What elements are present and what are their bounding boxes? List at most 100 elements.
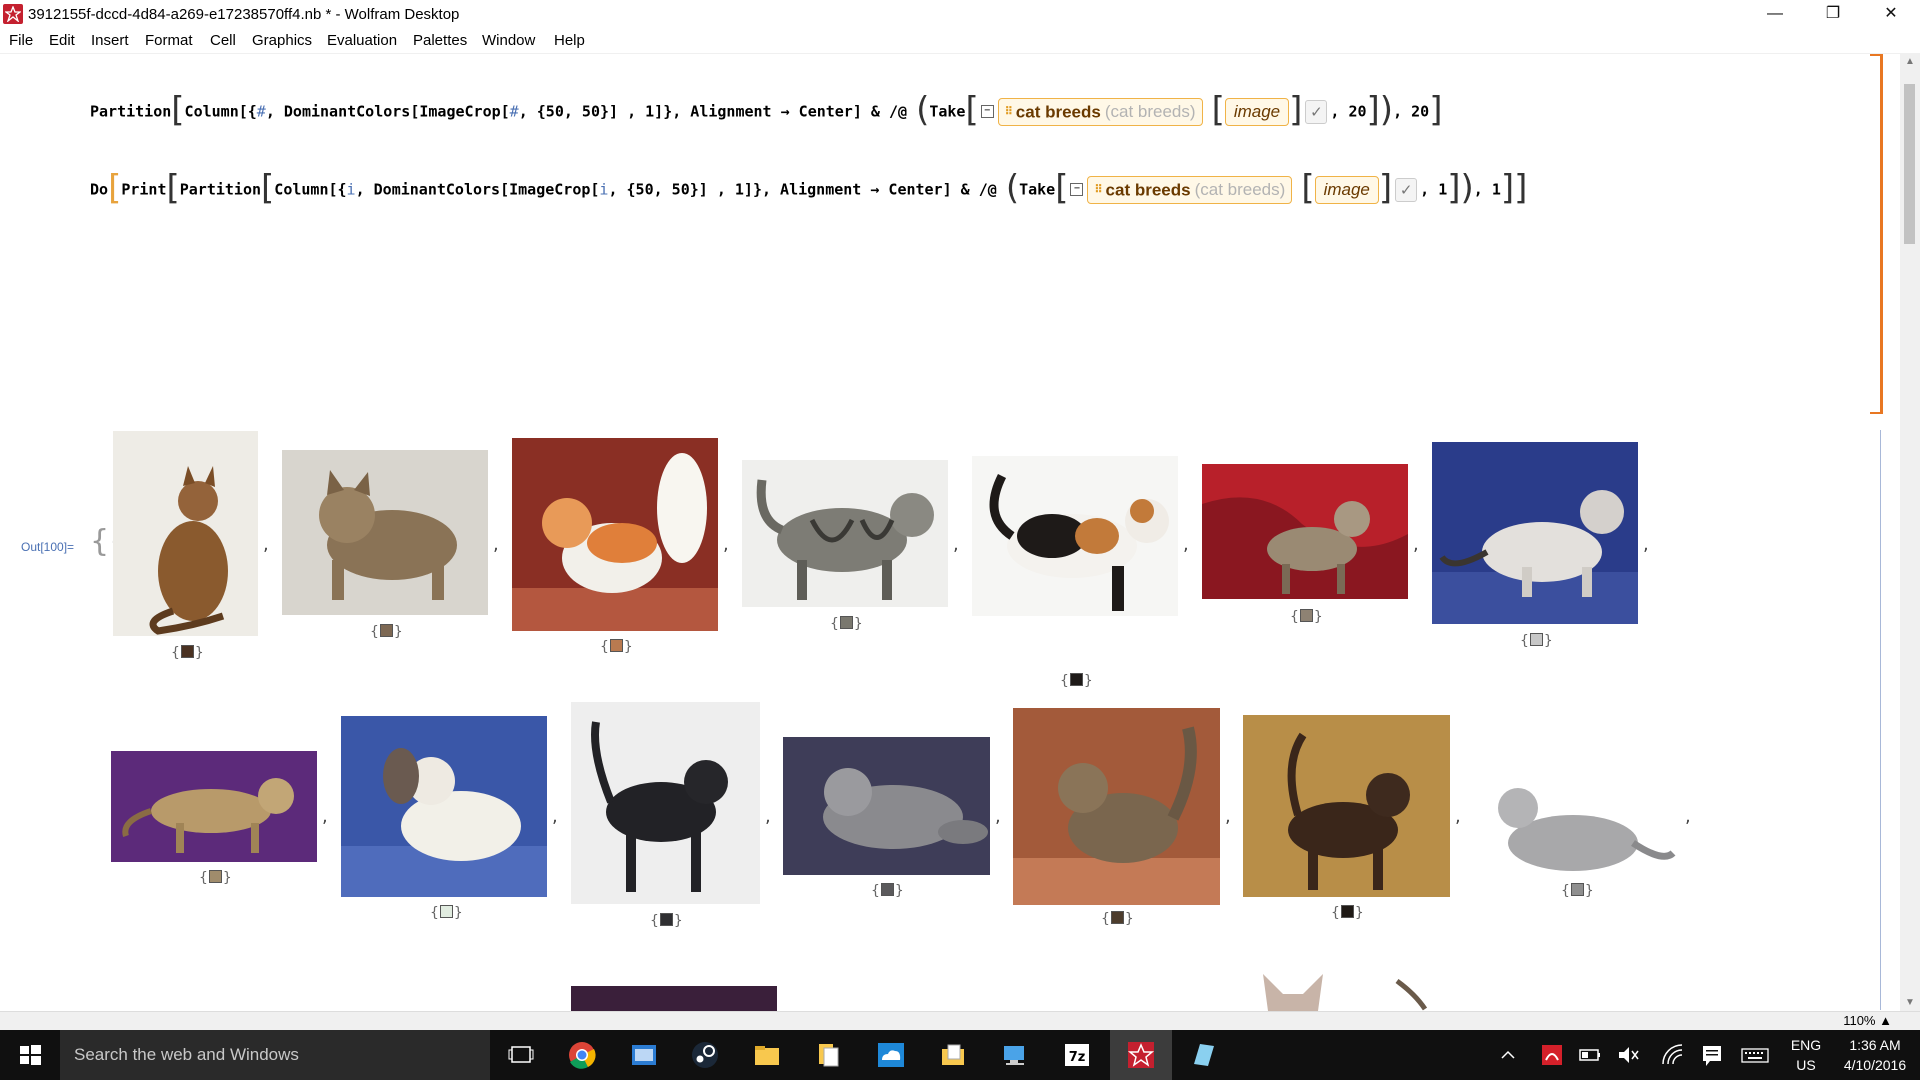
brace-open: { [171, 645, 180, 661]
menu-palettes[interactable]: Palettes [413, 32, 467, 49]
taskbar-search-input[interactable]: Search the web and Windows [60, 1030, 490, 1080]
variable-i: i [346, 180, 356, 199]
menu-insert[interactable]: Insert [91, 32, 129, 49]
menu-cell[interactable]: Cell [210, 32, 236, 49]
touch-keyboard-icon[interactable] [1740, 1040, 1770, 1070]
steam-icon[interactable] [690, 1040, 720, 1070]
slot-symbol: # [256, 102, 266, 121]
dominant-color-output: {} [1331, 904, 1364, 922]
restore-button[interactable]: ❐ [1810, 0, 1856, 29]
input-region[interactable]: US [1788, 1057, 1824, 1073]
clock-time[interactable]: 1:36 AM [1832, 1037, 1918, 1053]
outlook-window-icon[interactable] [629, 1040, 659, 1070]
entity-cat-breeds[interactable]: ⠿ cat breeds (cat breeds) [1087, 175, 1293, 204]
paren: ) [1460, 167, 1474, 208]
menu-edit[interactable]: Edit [49, 32, 75, 49]
cat-image-british-longhair [783, 737, 990, 875]
start-button[interactable] [0, 1030, 60, 1080]
menu-help[interactable]: Help [554, 32, 585, 49]
file-explorer-icon[interactable] [752, 1040, 782, 1070]
notebook-area[interactable]: Partition[Column[{#, DominantColors[Imag… [0, 54, 1900, 1011]
dominant-color-output: {} [1561, 882, 1594, 900]
scroll-down-icon[interactable]: ▼ [1900, 995, 1920, 1011]
vertical-scrollbar[interactable]: ▲ ▼ [1900, 54, 1920, 1011]
code-text: [{ [328, 180, 347, 199]
color-swatch [208, 870, 222, 883]
bracket: ] [1429, 89, 1443, 130]
task-view-icon[interactable] [506, 1040, 536, 1070]
checkmark-icon[interactable]: ✓ [1395, 177, 1418, 202]
menu-graphics[interactable]: Graphics [252, 32, 312, 49]
brace-close: } [1584, 883, 1594, 899]
property-image[interactable]: image [1314, 175, 1379, 204]
color-swatch [1299, 609, 1313, 622]
dominant-color-output: {} [430, 904, 463, 922]
minimize-button[interactable]: — [1752, 0, 1798, 29]
output-cell-bracket[interactable] [1880, 430, 1881, 1010]
acrobat-tray-icon[interactable] [1540, 1040, 1564, 1070]
cat-image-balinese [1432, 442, 1638, 624]
property-image[interactable]: image [1224, 97, 1290, 126]
clock-date[interactable]: 4/10/2016 [1832, 1057, 1918, 1073]
onedrive-icon[interactable] [876, 1040, 906, 1070]
wifi-icon[interactable] [1660, 1040, 1684, 1070]
bracket: [ [171, 89, 185, 130]
app-icon-blue[interactable] [1188, 1040, 1218, 1070]
entity-cat-breeds[interactable]: ⠿ cat breeds (cat breeds) [997, 97, 1203, 126]
collapse-icon[interactable]: − [1070, 183, 1084, 196]
zoom-level: 110% [1843, 1013, 1876, 1028]
paren: ( [916, 89, 930, 130]
zoom-control[interactable]: 110% ▲ [1843, 1013, 1892, 1028]
collapse-icon[interactable]: − [980, 105, 994, 118]
volume-mute-icon[interactable] [1616, 1040, 1640, 1070]
checkmark-icon[interactable]: ✓ [1305, 99, 1328, 124]
remote-desktop-icon[interactable] [1000, 1040, 1030, 1070]
input-language[interactable]: ENG [1788, 1037, 1824, 1053]
cat-image-egyptian-silver [1473, 773, 1679, 932]
folder-icon[interactable] [938, 1040, 968, 1070]
wolfram-taskbar-icon[interactable] [1126, 1040, 1156, 1070]
code-text: , 1 [1420, 180, 1448, 199]
color-swatch [609, 639, 623, 652]
cat-image-burmese [1243, 715, 1450, 897]
scrollbar-thumb[interactable] [1904, 84, 1915, 244]
scroll-up-icon[interactable]: ▲ [1900, 54, 1920, 70]
action-center-icon[interactable] [1700, 1040, 1724, 1070]
svg-text:7z: 7z [1069, 1050, 1086, 1065]
slot-symbol: # [509, 102, 519, 121]
dominant-color-output: {} [830, 615, 863, 633]
documents-icon[interactable] [814, 1040, 844, 1070]
cat-image-egyptian-mau [1202, 464, 1408, 599]
brace-open: { [1060, 673, 1069, 689]
input-cell-partition[interactable]: Partition[Column[{#, DominantColors[Imag… [90, 91, 1442, 131]
close-button[interactable]: ✕ [1868, 0, 1914, 29]
battery-icon[interactable] [1578, 1040, 1602, 1070]
zoom-arrow-icon[interactable]: ▲ [1879, 1013, 1892, 1028]
tray-expand-icon[interactable] [1498, 1040, 1518, 1070]
wolfram-app-icon[interactable] [3, 4, 23, 24]
code-text: , 20 [1330, 102, 1367, 121]
input-cell-do-print[interactable]: Do[Print[Partition[Column[{i, DominantCo… [90, 169, 1527, 209]
menu-window[interactable]: Window [482, 32, 535, 49]
cat-image-pixiebob-kitten [282, 450, 488, 615]
7zip-icon[interactable]: 7z [1062, 1040, 1092, 1070]
brace-open: { [871, 883, 880, 899]
output-label: Out[100]= [21, 540, 75, 554]
dominant-color-output: {} [650, 912, 683, 930]
code-text: , {50, 50}] , 1]}, Alignment → Center] &… [608, 180, 997, 199]
bracket: ] [1500, 167, 1515, 208]
comma: , [1225, 806, 1231, 827]
cell-bracket-selected[interactable] [1880, 54, 1883, 414]
entity-name: cat breeds [1105, 180, 1191, 200]
menu-format[interactable]: Format [145, 32, 193, 49]
paren: ) [1379, 89, 1394, 130]
menu-evaluation[interactable]: Evaluation [327, 32, 397, 49]
color-swatch [439, 905, 453, 918]
brace-close: } [453, 905, 463, 921]
chrome-icon[interactable] [567, 1040, 597, 1070]
cat-image-bombay [571, 702, 760, 904]
brace-close: } [853, 616, 863, 632]
brace-open: { [1520, 633, 1529, 649]
menu-file[interactable]: File [9, 32, 33, 49]
brace-open: { [370, 624, 379, 640]
